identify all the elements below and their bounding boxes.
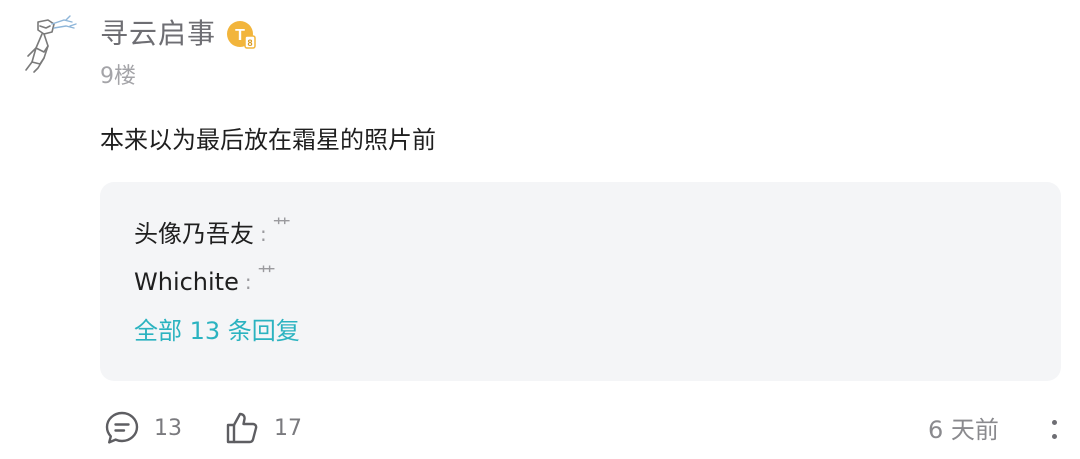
reply-item[interactable]: Whichite : 艹 — [134, 264, 276, 299]
level-badge-number: 8 — [248, 38, 253, 48]
comment-count: 13 — [154, 415, 182, 441]
post-time: 6 天前 — [928, 416, 999, 444]
reply-text: 艹 — [257, 264, 276, 285]
more-vertical-icon[interactable] — [1046, 414, 1062, 446]
author-header: 寻云启事 T 8 — [100, 14, 256, 54]
comment-button[interactable]: 13 — [104, 408, 182, 448]
reply-author[interactable]: Whichite — [134, 265, 239, 299]
level-badge-letter: T — [235, 27, 245, 44]
reply-separator: : — [260, 222, 267, 246]
more-dot — [1052, 434, 1057, 439]
floor-number: 9楼 — [100, 64, 136, 89]
post-content: 本来以为最后放在霜星的照片前 — [100, 126, 436, 154]
avatar[interactable] — [14, 12, 80, 74]
reply-item[interactable]: 头像乃吾友 : 艹 — [134, 216, 291, 251]
view-all-replies-link[interactable]: 全部 13 条回复 — [134, 314, 300, 348]
more-dot — [1052, 420, 1057, 425]
comment-icon — [105, 411, 139, 444]
reply-separator: : — [244, 270, 252, 294]
thumbs-up-icon — [226, 412, 258, 444]
reply-preview[interactable]: 头像乃吾友 : 艹 Whichite : 艹 全部 13 条回复 — [100, 182, 1061, 381]
reply-text: 艹 — [272, 216, 291, 237]
like-count: 17 — [274, 415, 302, 441]
username[interactable]: 寻云启事 — [100, 14, 216, 54]
level-badge-icon: T 8 — [227, 21, 256, 49]
reply-author[interactable]: 头像乃吾友 — [134, 217, 254, 251]
like-button[interactable]: 17 — [224, 408, 302, 448]
